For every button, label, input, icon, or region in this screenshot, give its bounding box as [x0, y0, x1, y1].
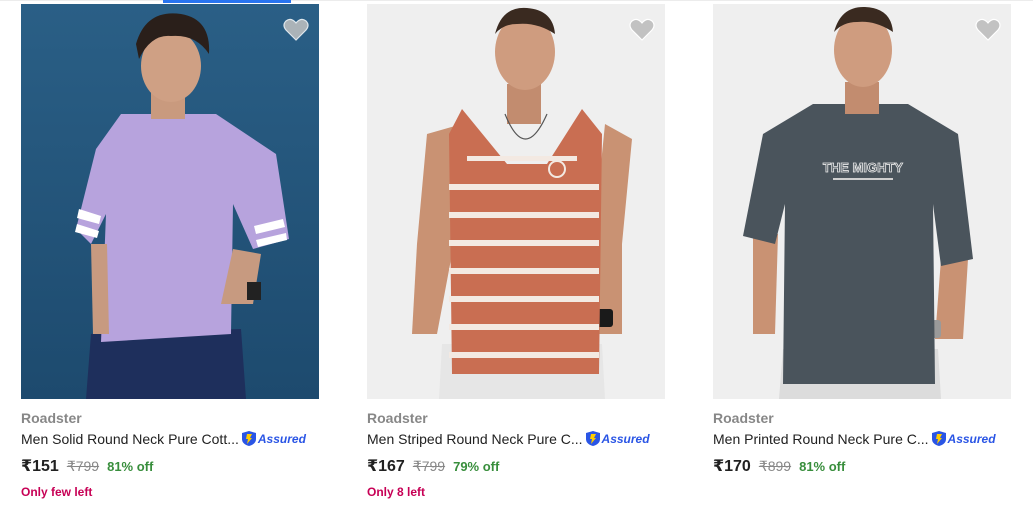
discount-percent: 81% off: [107, 459, 154, 474]
product-brand: Roadster: [21, 410, 82, 426]
assured-badge: Assured: [241, 430, 306, 447]
product-title[interactable]: Men Striped Round Neck Pure C...: [367, 431, 583, 447]
assured-badge: Assured: [931, 430, 996, 447]
product-card[interactable]: THE MIGHTY Roadster Men Printed Round Ne…: [713, 4, 1011, 509]
wishlist-heart-icon[interactable]: [283, 18, 309, 42]
price-row: ₹170 ₹899 81% off: [713, 456, 845, 476]
svg-text:THE MIGHTY: THE MIGHTY: [823, 160, 903, 175]
product-photo-lavender-tee: [21, 4, 319, 399]
selling-price: ₹167: [367, 458, 405, 475]
product-photo-grey-printed-tee: THE MIGHTY: [713, 4, 1011, 399]
product-title-row: Men Printed Round Neck Pure C... Assured: [713, 430, 996, 447]
stock-note: Only 8 left: [367, 485, 426, 499]
product-image[interactable]: THE MIGHTY: [713, 4, 1011, 399]
wishlist-heart-icon[interactable]: [975, 18, 1001, 42]
assured-badge-icon: [241, 431, 256, 446]
top-divider: [0, 0, 1033, 1]
discount-percent: 81% off: [799, 459, 846, 474]
selling-price: ₹151: [21, 458, 59, 475]
original-price: ₹799: [412, 458, 446, 474]
product-title-row: Men Striped Round Neck Pure C... Assured: [367, 430, 650, 447]
assured-badge: Assured: [585, 430, 650, 447]
product-title[interactable]: Men Printed Round Neck Pure C...: [713, 431, 929, 447]
stock-note: Only few left: [21, 485, 93, 499]
product-image[interactable]: [367, 4, 665, 399]
assured-label: Assured: [257, 431, 306, 446]
product-card[interactable]: Roadster Men Solid Round Neck Pure Cott.…: [21, 4, 319, 509]
product-photo-striped-vest: [367, 4, 665, 399]
wishlist-heart-icon[interactable]: [629, 18, 655, 42]
price-row: ₹167 ₹799 79% off: [367, 456, 499, 476]
original-price: ₹799: [66, 458, 100, 474]
product-image[interactable]: [21, 4, 319, 399]
assured-badge-icon: [585, 431, 600, 446]
product-brand: Roadster: [367, 410, 428, 426]
active-tab-indicator: [163, 0, 291, 3]
original-price: ₹899: [758, 458, 792, 474]
product-title[interactable]: Men Solid Round Neck Pure Cott...: [21, 431, 239, 447]
assured-label: Assured: [601, 431, 650, 446]
discount-percent: 79% off: [453, 459, 500, 474]
selling-price: ₹170: [713, 458, 751, 475]
assured-label: Assured: [947, 431, 996, 446]
assured-badge-icon: [931, 431, 946, 446]
product-brand: Roadster: [713, 410, 774, 426]
product-card[interactable]: Roadster Men Striped Round Neck Pure C..…: [367, 4, 665, 509]
price-row: ₹151 ₹799 81% off: [21, 456, 153, 476]
product-title-row: Men Solid Round Neck Pure Cott... Assure…: [21, 430, 306, 447]
